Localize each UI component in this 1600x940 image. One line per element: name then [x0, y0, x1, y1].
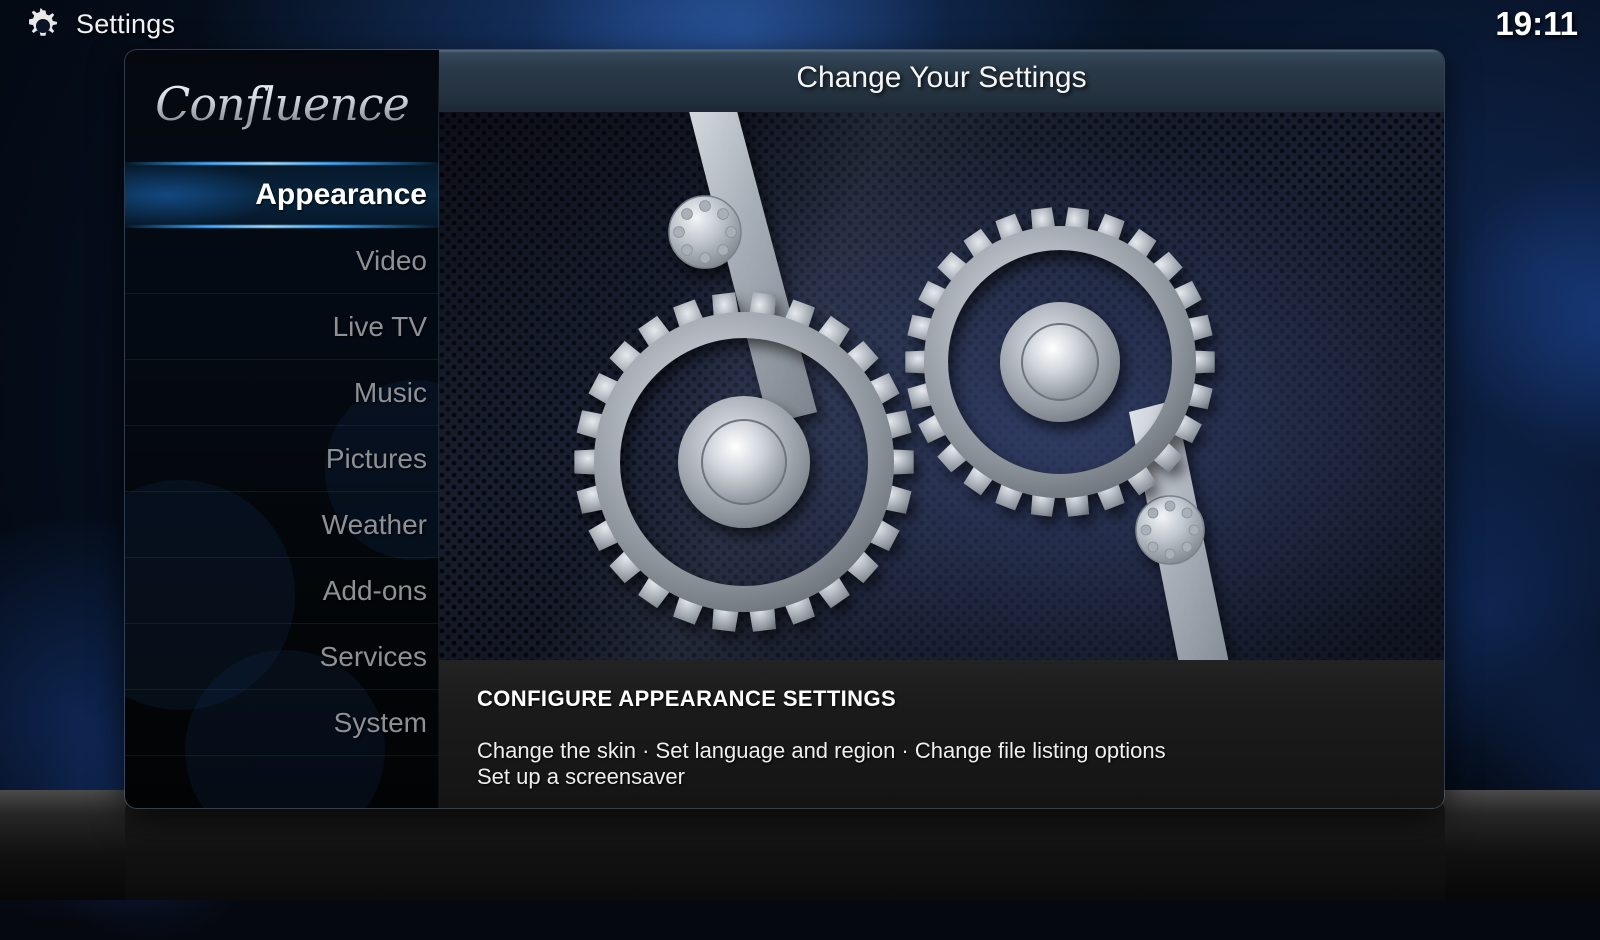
sidebar-item-label: System — [334, 707, 427, 738]
gear-right — [905, 207, 1214, 517]
gear-left — [574, 292, 913, 632]
sidebar: Confluence Appearance Video Live TV Musi… — [125, 50, 439, 808]
gears-illustration — [439, 112, 1444, 660]
gears-artwork — [439, 112, 1444, 660]
sidebar-item-label: Add-ons — [323, 575, 427, 606]
sidebar-item-live-tv[interactable]: Live TV — [125, 294, 439, 360]
top-bar: Settings 19:11 — [0, 0, 1600, 50]
sidebar-item-label: Live TV — [333, 311, 427, 342]
linkage-joint-lower — [1136, 496, 1204, 564]
sidebar-item-video[interactable]: Video — [125, 228, 439, 294]
linkage-joint-upper — [669, 196, 741, 268]
sidebar-item-label: Music — [354, 377, 427, 408]
sidebar-item-system[interactable]: System — [125, 690, 439, 756]
sidebar-item-label: Pictures — [326, 443, 427, 474]
sidebar-item-label: Services — [320, 641, 427, 672]
content-title: Change Your Settings — [439, 61, 1444, 95]
sidebar-item-music[interactable]: Music — [125, 360, 439, 426]
confluence-logo: Confluence — [125, 68, 439, 140]
shelf-panel — [125, 800, 1445, 900]
description-heading: CONFIGURE APPEARANCE SETTINGS — [477, 686, 1444, 712]
sidebar-item-label: Weather — [322, 509, 427, 540]
settings-category-menu: Appearance Video Live TV Music Pictures … — [125, 162, 439, 756]
description-line: Set up a screensaver — [477, 764, 1444, 790]
sidebar-item-label: Video — [356, 245, 427, 276]
content-pane: Change Your Settings — [439, 50, 1444, 808]
sidebar-item-pictures[interactable]: Pictures — [125, 426, 439, 492]
sidebar-item-services[interactable]: Services — [125, 624, 439, 690]
settings-dialog: Confluence Appearance Video Live TV Musi… — [125, 50, 1444, 808]
sidebar-item-weather[interactable]: Weather — [125, 492, 439, 558]
sidebar-item-label: Appearance — [255, 178, 427, 211]
description-panel: CONFIGURE APPEARANCE SETTINGS Change the… — [439, 660, 1444, 808]
page-title: Settings — [76, 9, 175, 40]
gear-icon — [24, 7, 62, 45]
sidebar-item-add-ons[interactable]: Add-ons — [125, 558, 439, 624]
sidebar-item-appearance[interactable]: Appearance — [125, 162, 439, 228]
description-line: Change the skin · Set language and regio… — [477, 738, 1444, 764]
bokeh-circle — [1440, 150, 1600, 480]
clock: 19:11 — [1495, 5, 1578, 43]
content-header: Change Your Settings — [439, 50, 1444, 112]
description-body: Change the skin · Set language and regio… — [477, 738, 1444, 789]
